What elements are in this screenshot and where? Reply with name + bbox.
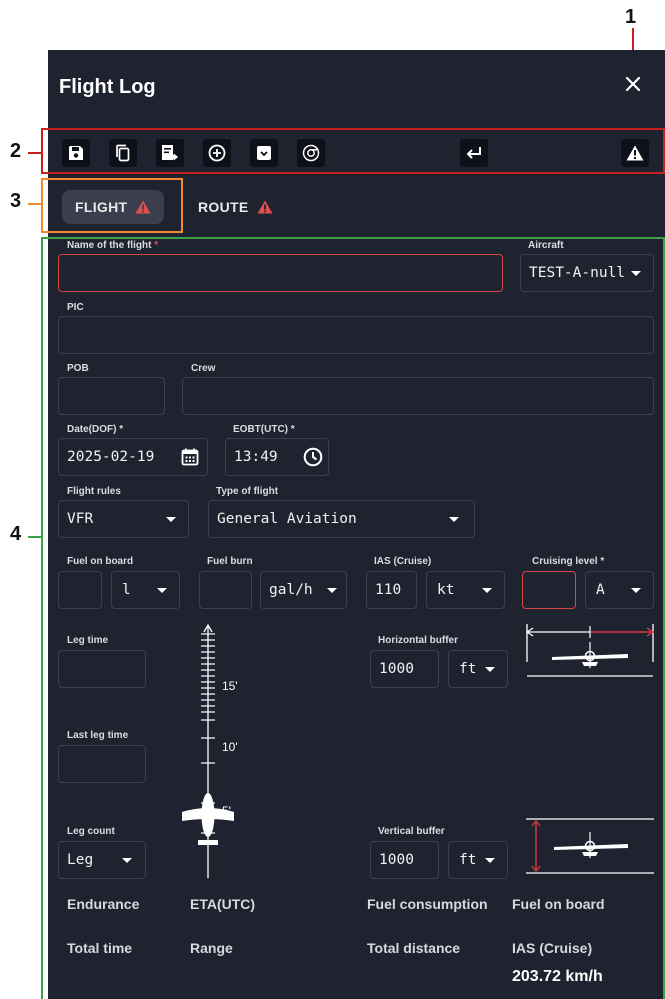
callout-3-line: [28, 203, 42, 205]
tab-route[interactable]: ROUTE: [198, 190, 273, 224]
form-highlight-box: [41, 237, 665, 999]
callout-4: 4: [10, 523, 22, 545]
toolbar-highlight-box: [41, 128, 665, 174]
close-icon[interactable]: [623, 74, 643, 94]
callout-4-line: [28, 536, 42, 538]
panel-title: Flight Log: [59, 76, 156, 98]
callout-2: 2: [10, 140, 22, 162]
warning-icon: [257, 200, 272, 214]
callout-2-line: [28, 152, 42, 154]
tabs-highlight-box: [41, 178, 183, 233]
callout-1: 1: [625, 6, 637, 28]
callout-3: 3: [10, 190, 22, 212]
tab-route-label: ROUTE: [198, 199, 249, 215]
